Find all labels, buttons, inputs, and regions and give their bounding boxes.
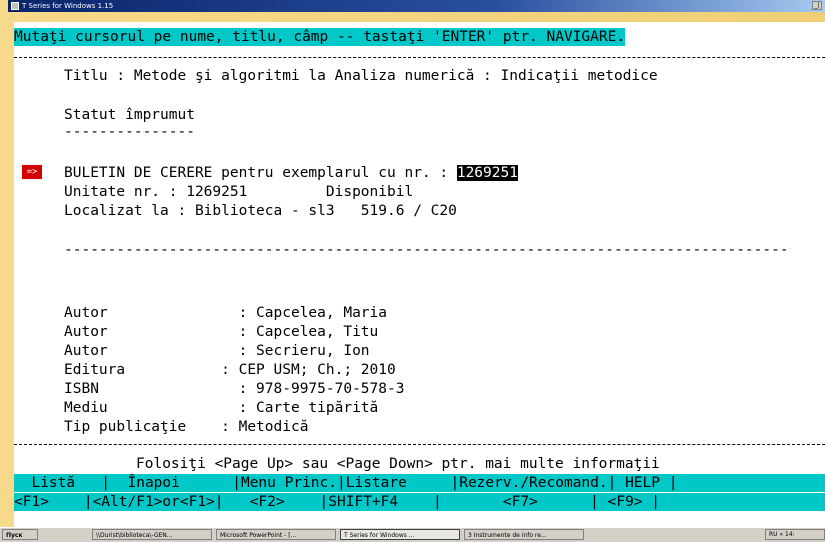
taskbar-item-explorer[interactable]: \\Durist\biblioteca\-GEN... [92,529,212,540]
bottom-separator [14,444,825,445]
loan-status-heading: Statut împrumut [64,107,195,123]
function-key-labels[interactable]: Listă | Înapoi |Menu Princ.|Listare |Rez… [14,474,825,492]
field-author-3[interactable]: Autor : Secrieru, Ion [64,342,370,360]
footer-hint: Folosiţi <Page Up> sau <Page Down> ptr. … [136,456,660,472]
location-line: Localizat la : Biblioteca - sl3 519.6 / … [64,203,457,219]
request-number[interactable]: 1269251 [456,165,518,181]
request-line[interactable]: BULETIN DE CERERE pentru exemplarul cu n… [64,164,518,182]
window-titlebar[interactable]: T Series for Windows 1.15 _| [8,0,825,12]
navigation-prompt: Mutaţi cursorul pe nume, titlu, câmp -- … [14,28,626,46]
window-title: T Series for Windows 1.15 [22,2,114,10]
cursor-marker: => [22,165,42,179]
start-button[interactable]: Пуск [2,529,38,540]
top-separator [14,57,825,58]
heading-underline: --------------- [64,124,195,140]
system-tray: RU « 14: [765,529,825,540]
field-isbn[interactable]: ISBN : 978-9975-70-578-3 [64,380,404,398]
taskbar-item-powerpoint[interactable]: Microsoft PowerPoint - [... [216,529,336,540]
terminal-screen[interactable]: Mutaţi cursorul pe nume, titlu, câmp -- … [14,22,825,527]
taskbar: Пуск \\Durist\biblioteca\-GEN... Microso… [0,527,825,542]
request-label: BULETIN DE CERERE pentru exemplarul cu n… [64,165,457,181]
function-key-shortcuts[interactable]: <F1> |<Alt/F1>or<F1>| <F2> |SHIFT+F4 | <… [14,493,825,511]
field-publication-type[interactable]: Tip publicaţie : Metodică [64,418,308,436]
inner-separator: ----------------------------------------… [64,242,789,258]
field-author-2[interactable]: Autor : Capcelea, Titu [64,323,378,341]
app-icon [11,2,19,10]
unit-line: Unitate nr. : 1269251 Disponibil [64,184,414,200]
tray-text: RU « 14: [769,531,795,538]
title-line[interactable]: Titlu : Metode şi algoritmi la Analiza n… [64,67,658,85]
taskbar-item-tseries[interactable]: T Series for Windows ... [340,529,460,540]
taskbar-item-instruments[interactable]: 3 Instrumente de info re... [464,529,584,540]
field-medium[interactable]: Mediu : Carte tipărită [64,399,378,417]
field-author-1[interactable]: Autor : Capcelea, Maria [64,304,387,322]
restore-button[interactable]: _| [812,1,822,10]
field-publisher[interactable]: Editura : CEP USM; Ch.; 2010 [64,361,396,379]
